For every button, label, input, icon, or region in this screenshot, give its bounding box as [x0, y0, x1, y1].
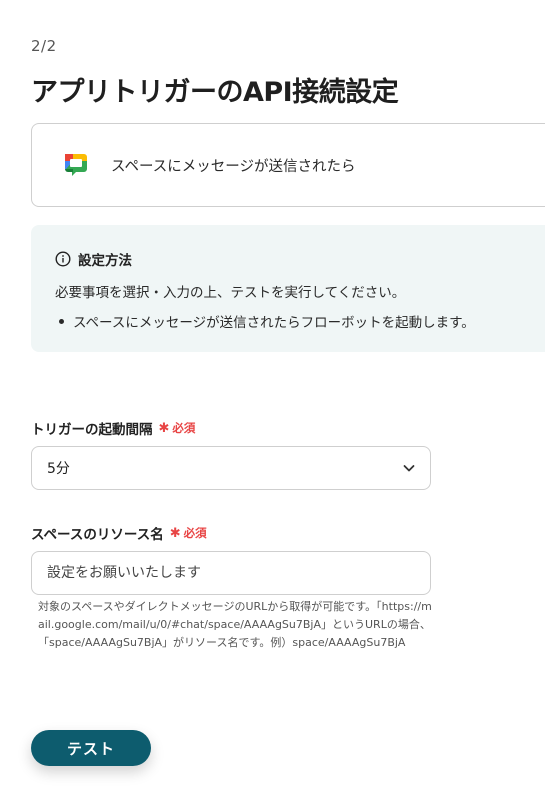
- info-bullet: スペースにメッセージが送信されたらフローボットを起動します。: [55, 311, 545, 331]
- chevron-down-icon: [402, 461, 416, 475]
- step-indicator: 2/2: [31, 37, 57, 55]
- google-chat-icon: [61, 150, 91, 180]
- interval-select-value: 5分: [47, 461, 70, 477]
- space-name-help-text: 対象のスペースやダイレクトメッセージのURLから取得が可能です。「https:/…: [38, 600, 432, 649]
- space-name-input[interactable]: [31, 551, 431, 595]
- required-text: 必須: [172, 421, 196, 435]
- trigger-label: スペースにメッセージが送信されたら: [111, 158, 356, 175]
- required-text: 必須: [183, 526, 207, 540]
- interval-field-label: トリガーの起動間隔 ✱ 必須: [31, 418, 196, 439]
- page-title: アプリトリガーのAPI接続設定: [31, 77, 399, 108]
- interval-label-text: トリガーの起動間隔: [31, 422, 153, 438]
- trigger-app-card: スペースにメッセージが送信されたら: [31, 123, 545, 207]
- bullet-dot: [59, 318, 64, 324]
- asterisk-icon: ✱: [158, 420, 170, 436]
- space-name-field-label: スペースのリソース名 ✱ 必須: [31, 523, 207, 544]
- info-circle-icon: [55, 251, 71, 267]
- info-bullet-text: スペースにメッセージが送信されたらフローボットを起動します。: [73, 315, 475, 331]
- info-text: 必要事項を選択・入力の上、テストを実行してください。: [55, 285, 406, 301]
- info-heading: 設定方法: [55, 249, 545, 269]
- setup-instructions: 設定方法 必要事項を選択・入力の上、テストを実行してください。 スペースにメッセ…: [31, 225, 545, 352]
- test-button[interactable]: テスト: [31, 730, 151, 766]
- info-heading-text: 設定方法: [78, 253, 132, 269]
- asterisk-icon: ✱: [169, 525, 181, 541]
- interval-select[interactable]: 5分: [31, 446, 431, 490]
- required-badge: ✱ 必須: [170, 525, 207, 541]
- required-badge: ✱ 必須: [159, 420, 196, 436]
- space-name-label-text: スペースのリソース名: [31, 527, 164, 543]
